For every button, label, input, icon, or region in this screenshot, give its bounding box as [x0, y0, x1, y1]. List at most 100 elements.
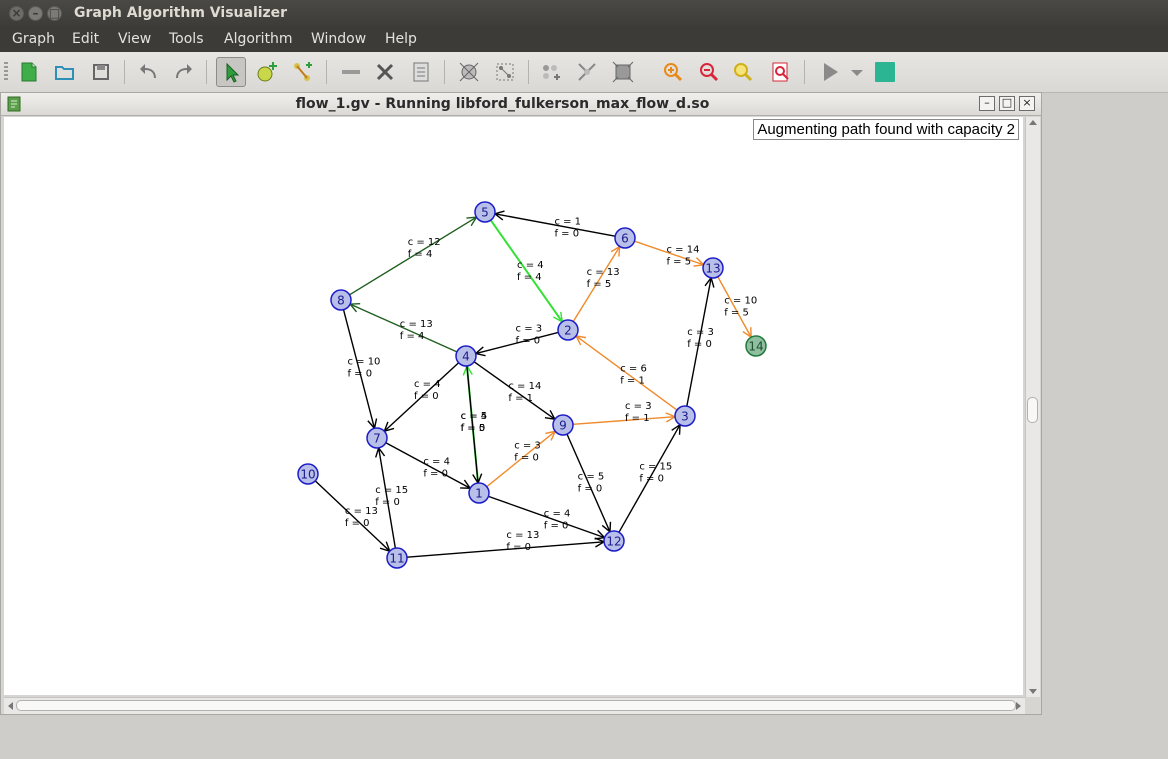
- zoom-fit-icon: [734, 63, 753, 82]
- node-12[interactable]: 12: [603, 530, 625, 552]
- node-label: 10: [300, 468, 315, 482]
- edge-capacity-label: c = 13: [400, 319, 433, 330]
- app-title: Graph Algorithm Visualizer: [74, 5, 288, 21]
- scroll-down-arrow-icon[interactable]: [1029, 689, 1037, 695]
- node-8[interactable]: 8: [330, 289, 352, 311]
- menu-tools[interactable]: Tools: [169, 31, 204, 47]
- run-dropdown-button[interactable]: [845, 57, 863, 87]
- menu-help[interactable]: Help: [385, 31, 417, 47]
- horizontal-scrollbar[interactable]: [4, 697, 1025, 714]
- menu-algorithm[interactable]: Algorithm: [224, 31, 293, 47]
- node-2[interactable]: 2: [557, 319, 579, 341]
- new-file-icon: [21, 62, 37, 82]
- edge-flow-label: f = 0: [514, 453, 539, 464]
- select-nodes-icon: [543, 65, 560, 80]
- save-button[interactable]: [86, 57, 116, 87]
- vertical-scrollbar[interactable]: [1025, 117, 1040, 697]
- fit-button[interactable]: [608, 57, 638, 87]
- edge-tool-button[interactable]: [336, 57, 366, 87]
- node-3[interactable]: 3: [674, 405, 696, 427]
- menu-bar: Graph Edit View Tools Algorithm Window H…: [0, 28, 1168, 52]
- graph-canvas[interactable]: c = 1f = 0c = 12 f = 4c = 4f = 4c = 14 f =…: [4, 117, 1023, 695]
- horizontal-scroll-thumb[interactable]: [16, 700, 1016, 711]
- edge-flow-label: f = 0: [554, 229, 579, 240]
- toolbar-separator: [444, 60, 445, 84]
- edge-flow-label: f = 4: [400, 331, 425, 342]
- redo-button[interactable]: [168, 57, 198, 87]
- stop-button[interactable]: [870, 57, 900, 87]
- edge-capacity-label: c = 4: [414, 379, 441, 390]
- graph-view[interactable]: c = 1f = 0c = 12f = 4c = 4f = 4c = 14f =…: [4, 117, 1023, 695]
- menu-graph[interactable]: Graph: [12, 31, 55, 47]
- delete-button[interactable]: [370, 57, 400, 87]
- subwindow-maximize-button[interactable]: □: [999, 96, 1015, 111]
- edge-capacity-label: c = 1: [554, 217, 581, 228]
- zoom-out-button[interactable]: [694, 57, 724, 87]
- edge-flow-label: f = 0: [639, 474, 664, 485]
- properties-icon: [413, 62, 429, 82]
- select-tool-button[interactable]: [216, 57, 246, 87]
- node-10[interactable]: 10: [297, 463, 319, 485]
- node-7[interactable]: 7: [366, 427, 388, 449]
- scroll-left-arrow-icon[interactable]: [7, 702, 13, 710]
- open-file-button[interactable]: [50, 57, 80, 87]
- node-1[interactable]: 1: [468, 482, 490, 504]
- node-5[interactable]: 5: [474, 201, 496, 223]
- edge-capacity-label: c = 10: [347, 356, 380, 367]
- edge-capacity-label: c = 15: [639, 462, 672, 473]
- delete-icon: [376, 63, 394, 81]
- zoom-in-button[interactable]: [658, 57, 688, 87]
- zoom-fit-button[interactable]: [728, 57, 758, 87]
- add-node-button[interactable]: [252, 57, 282, 87]
- select-pointer-icon: [226, 62, 240, 83]
- subwindow-close-button[interactable]: ×: [1019, 96, 1035, 111]
- toolbar-grip[interactable]: [4, 62, 8, 82]
- minimize-window-button[interactable]: –: [28, 6, 43, 21]
- run-button[interactable]: [815, 57, 845, 87]
- toolbar-separator: [326, 60, 327, 84]
- subwindow-title: flow_1.gv - Running libford_fulkerson_ma…: [295, 96, 710, 112]
- add-edge-button[interactable]: [288, 57, 318, 87]
- scroll-right-arrow-icon[interactable]: [1016, 702, 1022, 710]
- edge-flow-label: f = 0: [506, 542, 531, 553]
- properties-button[interactable]: [406, 57, 436, 87]
- edge-capacity-label: c = 3: [687, 327, 714, 338]
- edge-capacity-label: c = 4: [461, 411, 488, 422]
- edge-flow-label: f = 0: [544, 520, 569, 531]
- edge-capacity-label: c = 10: [724, 296, 757, 307]
- stop-icon: [875, 62, 895, 82]
- close-window-button[interactable]: ×: [9, 6, 24, 21]
- new-file-button[interactable]: [14, 57, 44, 87]
- node-label: 7: [373, 432, 381, 446]
- scroll-up-arrow-icon[interactable]: [1029, 119, 1037, 125]
- edge-capacity-label: c = 3: [514, 441, 541, 452]
- menu-edit[interactable]: Edit: [72, 31, 99, 47]
- zoom-select-button[interactable]: [766, 57, 796, 87]
- node-11[interactable]: 11: [386, 547, 408, 569]
- edge-icon: [342, 70, 360, 74]
- select-nodes-button[interactable]: [536, 57, 566, 87]
- maximize-window-button[interactable]: □: [47, 6, 62, 21]
- edge-capacity-label: c = 4: [544, 508, 571, 519]
- node-13[interactable]: 13: [702, 257, 724, 279]
- layout-circle-button[interactable]: [454, 57, 484, 87]
- node-6[interactable]: 6: [614, 227, 636, 249]
- node-9[interactable]: 9: [552, 414, 574, 436]
- edge-capacity-label: c = 13: [506, 530, 539, 541]
- layout-tree-button[interactable]: [490, 57, 520, 87]
- undo-button[interactable]: [134, 57, 164, 87]
- select-edges-button[interactable]: [572, 57, 602, 87]
- layout-tree-icon: [496, 63, 514, 81]
- node-label: 14: [748, 340, 763, 354]
- menu-window[interactable]: Window: [311, 31, 366, 47]
- node-14[interactable]: 14: [745, 335, 767, 357]
- node-4[interactable]: 4: [455, 345, 477, 367]
- vertical-scroll-thumb[interactable]: [1027, 397, 1038, 423]
- edge-flow-label: f = 1: [620, 376, 645, 387]
- subwindow-minimize-button[interactable]: –: [979, 96, 995, 111]
- edge-capacity-label: c = 13: [345, 506, 378, 517]
- menu-view[interactable]: View: [118, 31, 151, 47]
- toolbar-separator: [124, 60, 125, 84]
- edge-capacity-label: c = 3: [516, 324, 543, 335]
- run-dropdown-icon: [851, 70, 863, 76]
